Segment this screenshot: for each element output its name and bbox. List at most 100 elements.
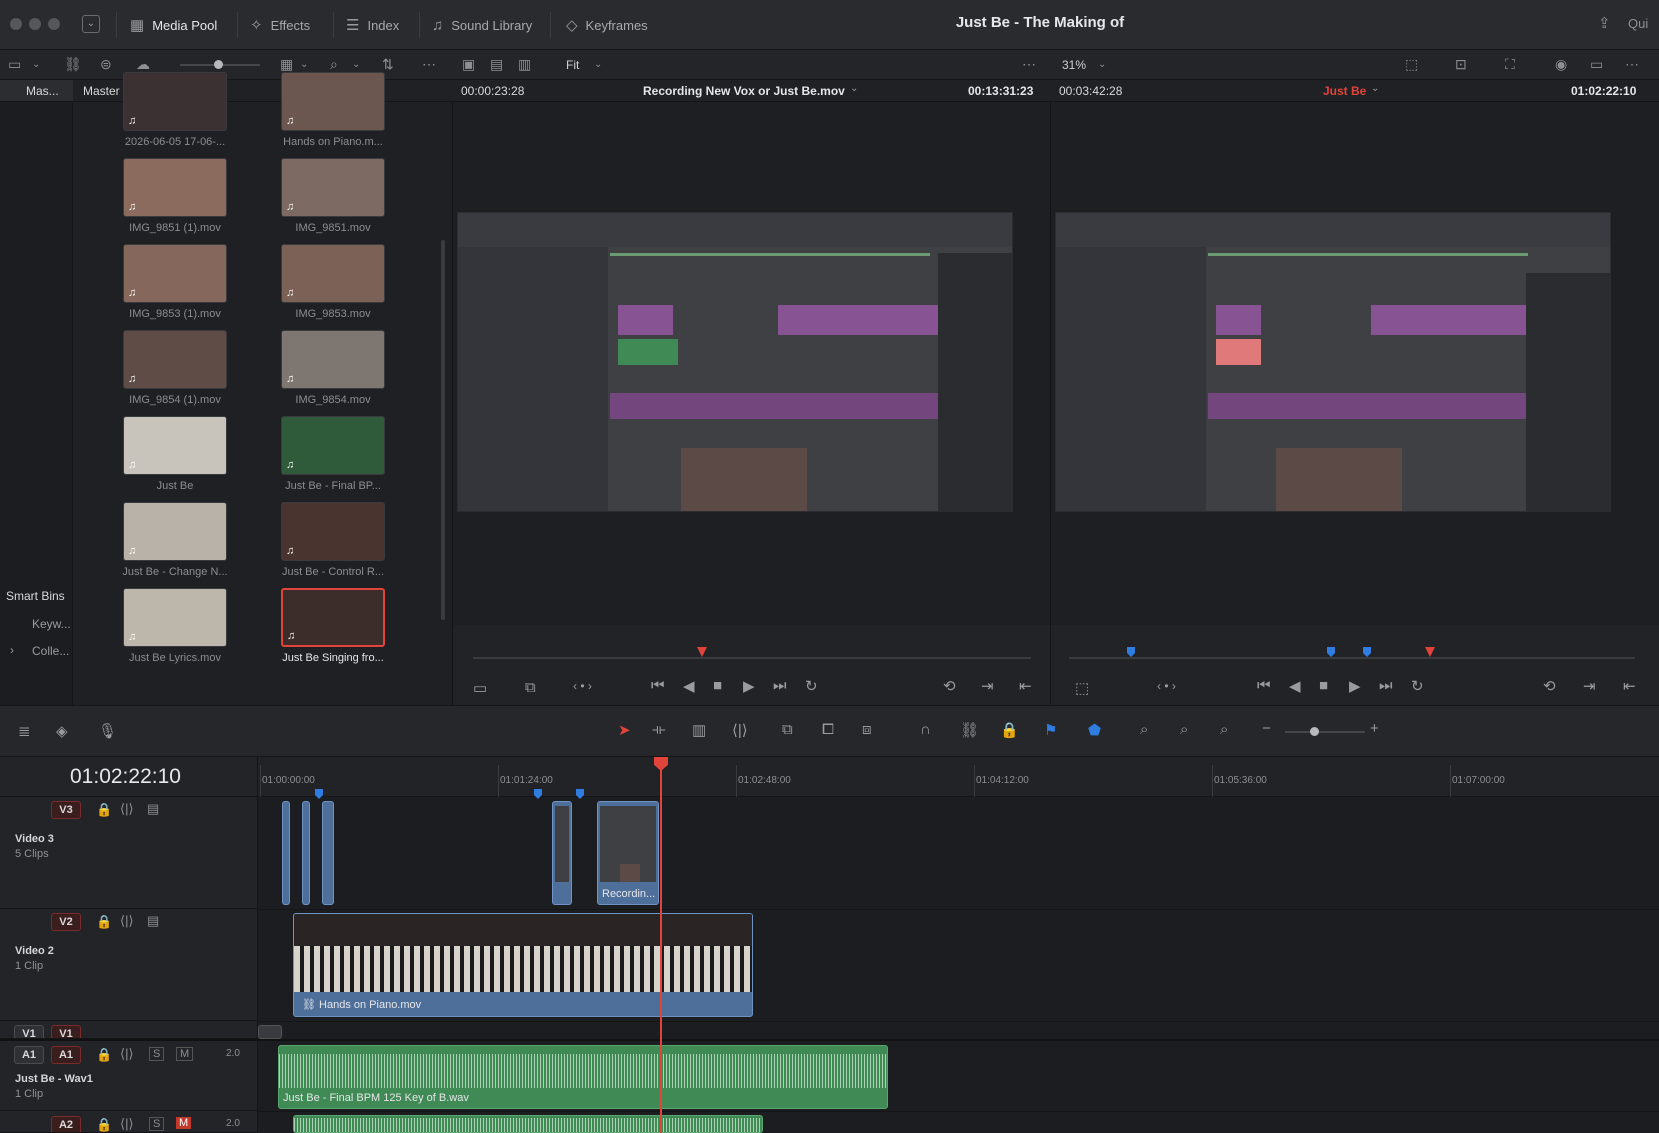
zoom-dropdown[interactable]: 31% bbox=[1062, 58, 1086, 72]
window-zoom-button[interactable] bbox=[48, 18, 60, 30]
clip-thumbnail[interactable]: ♫ bbox=[281, 502, 385, 561]
timeline-playhead[interactable] bbox=[660, 757, 662, 1133]
solo-button[interactable]: S bbox=[149, 1117, 165, 1131]
viewer-image-icon[interactable]: ▣ bbox=[462, 56, 475, 73]
master-bin-item[interactable]: Mas... bbox=[26, 84, 59, 98]
search-icon[interactable]: ⌕ bbox=[330, 56, 338, 73]
insert-clip-icon[interactable]: ⧉ bbox=[782, 721, 793, 738]
loop-icon[interactable]: ↻ bbox=[805, 677, 818, 695]
timeline-viewer-playhead[interactable] bbox=[1425, 647, 1435, 657]
clip-options-icon[interactable]: ⧉ bbox=[525, 679, 536, 696]
timeline-name[interactable]: Just Be bbox=[1323, 84, 1366, 98]
clip-view-icon[interactable]: ◈ bbox=[56, 722, 68, 740]
lock-icon[interactable]: 🔒 bbox=[96, 1047, 112, 1063]
clip-thumbnail[interactable]: ♫ bbox=[281, 588, 385, 647]
match-frame-icon[interactable]: ⟲ bbox=[1543, 677, 1556, 695]
linked-selection-icon[interactable]: ⛓ bbox=[960, 721, 979, 739]
play-reverse-icon[interactable]: ◀ bbox=[683, 677, 695, 695]
smart-bin-keywords[interactable]: Keyw... bbox=[32, 617, 71, 631]
tab-sound-library[interactable]: ♫ Sound Library bbox=[422, 12, 542, 38]
flag-icon[interactable]: ⚑ bbox=[1044, 721, 1057, 739]
chevron-down-icon[interactable]: ⌄ bbox=[1098, 59, 1106, 70]
chevron-right-icon[interactable]: › bbox=[10, 643, 14, 657]
blade-tool-icon[interactable]: ▥ bbox=[692, 721, 706, 739]
export-icon[interactable]: ⇪ bbox=[1598, 14, 1611, 32]
snapping-icon[interactable]: ∩ bbox=[920, 721, 931, 738]
timeline-options-icon[interactable]: ≣ bbox=[18, 722, 31, 740]
video-clip[interactable] bbox=[322, 801, 334, 905]
sort-icon[interactable]: ⇅ bbox=[382, 56, 394, 73]
auto-select-icon[interactable]: ⟨|⟩ bbox=[120, 801, 134, 817]
more-options-icon[interactable]: ⋯ bbox=[1022, 56, 1036, 73]
collapse-chevron-icon[interactable]: ⌄ bbox=[82, 15, 100, 33]
color-icon[interactable]: ◉ bbox=[1555, 56, 1567, 73]
tab-effects[interactable]: ✧ Effects bbox=[240, 12, 320, 38]
match-frame-icon[interactable]: ⟲ bbox=[943, 677, 956, 695]
go-to-end-icon[interactable]: ⏭ bbox=[773, 677, 787, 694]
source-viewer[interactable] bbox=[453, 102, 1051, 625]
lock-icon[interactable]: 🔒 bbox=[96, 1117, 112, 1132]
source-clip-name[interactable]: Recording New Vox or Just Be.mov bbox=[643, 84, 845, 98]
clip-thumbnail[interactable]: ♫ bbox=[123, 416, 227, 475]
tab-media-pool[interactable]: ▦ Media Pool bbox=[120, 12, 227, 38]
chevron-down-icon[interactable]: ⌄ bbox=[300, 59, 308, 70]
source-playhead[interactable] bbox=[697, 647, 707, 657]
grid-view-icon[interactable]: ▦ bbox=[280, 56, 293, 73]
viewer-split-icon[interactable]: ▤ bbox=[490, 56, 503, 73]
lock-icon[interactable]: 🔒 bbox=[96, 802, 112, 818]
solo-button[interactable]: S bbox=[149, 1047, 165, 1061]
auto-select-icon[interactable]: ⟨|⟩ bbox=[120, 1046, 134, 1062]
cloud-icon[interactable]: ☁ bbox=[136, 56, 150, 73]
zoom-out-icon[interactable]: − bbox=[1262, 720, 1271, 737]
link-icon[interactable]: ⛓ bbox=[64, 56, 82, 73]
go-to-end-icon[interactable]: ⏭ bbox=[1379, 677, 1393, 694]
timeline-tracks[interactable]: Recordin... ⛓ Hands on Piano.mov Just Be… bbox=[258, 757, 1659, 1133]
timeline-marker[interactable] bbox=[1127, 647, 1135, 657]
chevron-down-icon[interactable]: ⌄ bbox=[594, 59, 602, 70]
mark-out-icon[interactable]: ⇤ bbox=[1623, 677, 1636, 695]
mark-in-icon[interactable]: ⇥ bbox=[1583, 677, 1596, 695]
track-id-badge[interactable]: A2 bbox=[51, 1116, 81, 1132]
track-enable-icon[interactable]: ▤ bbox=[147, 801, 159, 817]
zoom-detail-icon[interactable]: ⌕ bbox=[1180, 721, 1188, 738]
clip-thumbnail[interactable]: ♫ bbox=[281, 244, 385, 303]
source-patch-badge[interactable]: A1 bbox=[14, 1046, 44, 1064]
tab-index[interactable]: ☰ Index bbox=[336, 12, 409, 38]
slider-knob[interactable] bbox=[214, 60, 223, 69]
mark-out-icon[interactable]: ⇤ bbox=[1019, 677, 1032, 695]
transform-icon[interactable]: ⬚ bbox=[1405, 56, 1418, 73]
clip-thumbnail[interactable]: ♫ bbox=[123, 330, 227, 389]
mute-button[interactable]: M bbox=[176, 1117, 192, 1129]
auto-select-icon[interactable]: ⟨|⟩ bbox=[120, 913, 134, 929]
timeline-viewer[interactable] bbox=[1051, 102, 1659, 625]
track-id-badge[interactable]: V2 bbox=[51, 913, 81, 931]
clip-thumbnail[interactable]: ♫ bbox=[123, 502, 227, 561]
chevron-down-icon[interactable]: ⌄ bbox=[850, 83, 858, 94]
clip-thumbnail[interactable]: ♫ bbox=[123, 588, 227, 647]
source-scrub-bar[interactable] bbox=[473, 657, 1031, 659]
chevron-down-icon[interactable]: ⌄ bbox=[352, 59, 360, 70]
clip-thumbnail[interactable]: ♫ bbox=[281, 72, 385, 131]
jog-control-icon[interactable]: ‹ • › bbox=[573, 679, 592, 693]
replace-clip-icon[interactable]: ⧈ bbox=[862, 721, 872, 738]
audio-clip-final-bpm[interactable]: Just Be - Final BPM 125 Key of B.wav bbox=[278, 1045, 888, 1109]
video-clip[interactable] bbox=[282, 801, 290, 905]
marker-icon[interactable]: ⬟ bbox=[1088, 721, 1101, 739]
chevron-down-icon[interactable]: ⌄ bbox=[32, 59, 40, 70]
loop-icon[interactable]: ↻ bbox=[1411, 677, 1424, 695]
timeline-marker[interactable] bbox=[1363, 647, 1371, 657]
track-id-badge[interactable]: A1 bbox=[51, 1046, 81, 1064]
clip-thumbnail[interactable]: ♫ bbox=[123, 244, 227, 303]
play-icon[interactable]: ▶ bbox=[743, 677, 755, 695]
timeline-scrub-bar[interactable] bbox=[1069, 657, 1635, 659]
stop-icon[interactable]: ■ bbox=[713, 677, 722, 694]
track-id-badge[interactable]: V3 bbox=[51, 801, 81, 819]
chevron-down-icon[interactable]: ⌄ bbox=[1371, 83, 1379, 94]
dynamic-trim-icon[interactable]: ⟨|⟩ bbox=[732, 721, 748, 739]
clip-thumbnail[interactable]: ♫ bbox=[281, 416, 385, 475]
stop-icon[interactable]: ■ bbox=[1319, 677, 1328, 694]
zoom-full-icon[interactable]: ⌕ bbox=[1140, 721, 1148, 738]
mute-button[interactable]: M bbox=[176, 1047, 194, 1061]
tab-keyframes[interactable]: ◇ Keyframes bbox=[556, 12, 658, 38]
source-patch-badge[interactable]: V1 bbox=[14, 1025, 44, 1038]
